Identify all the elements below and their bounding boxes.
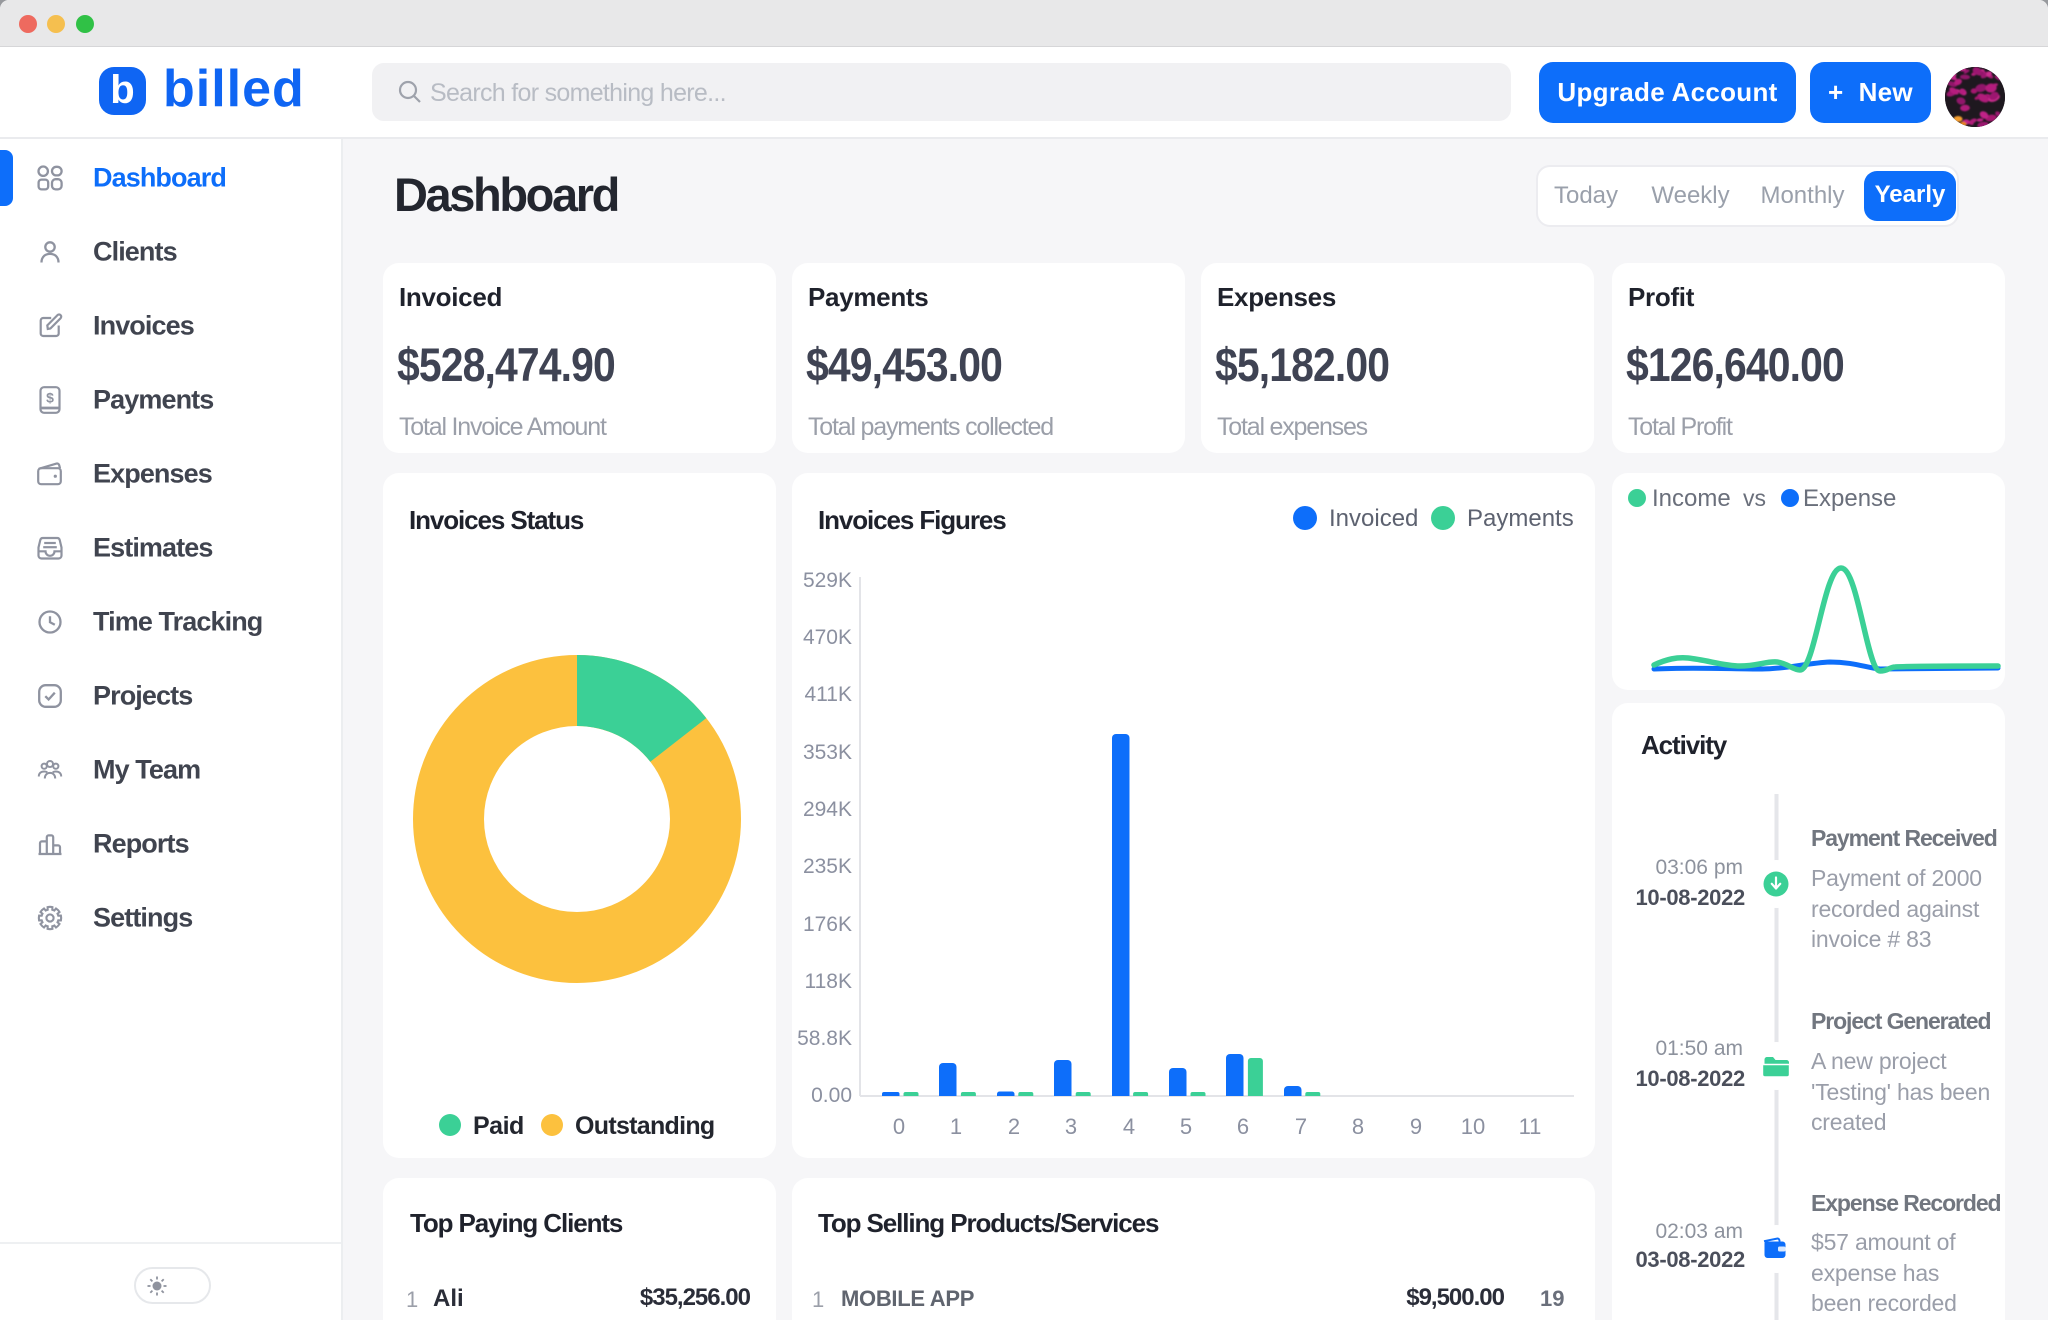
svg-text:353K: 353K bbox=[803, 741, 852, 764]
svg-text:0.00: 0.00 bbox=[811, 1084, 852, 1107]
svg-text:$: $ bbox=[46, 390, 54, 406]
svg-text:1: 1 bbox=[950, 1114, 962, 1139]
svg-text:4: 4 bbox=[1123, 1114, 1135, 1139]
svg-text:Payments: Payments bbox=[1467, 505, 1574, 532]
svg-text:7: 7 bbox=[1295, 1114, 1307, 1139]
svg-text:Outstanding: Outstanding bbox=[575, 1112, 715, 1140]
svg-text:Expense: Expense bbox=[1803, 485, 1896, 512]
svg-text:118K: 118K bbox=[805, 970, 853, 993]
svg-text:11: 11 bbox=[1519, 1114, 1542, 1139]
svg-text:8: 8 bbox=[1352, 1114, 1364, 1139]
svg-text:470K: 470K bbox=[803, 626, 852, 649]
svg-text:5: 5 bbox=[1180, 1114, 1192, 1139]
svg-text:Invoiced: Invoiced bbox=[1329, 505, 1418, 532]
svg-text:58.8K: 58.8K bbox=[797, 1027, 852, 1050]
svg-text:235K: 235K bbox=[803, 855, 852, 878]
svg-text:Income: Income bbox=[1652, 485, 1731, 512]
svg-text:3: 3 bbox=[1065, 1114, 1077, 1139]
svg-text:Paid: Paid bbox=[473, 1112, 524, 1140]
svg-text:2: 2 bbox=[1008, 1114, 1020, 1139]
svg-text:vs: vs bbox=[1743, 485, 1766, 511]
svg-text:176K: 176K bbox=[803, 913, 852, 936]
svg-text:294K: 294K bbox=[803, 798, 852, 821]
svg-text:10: 10 bbox=[1461, 1114, 1485, 1139]
svg-text:9: 9 bbox=[1410, 1114, 1422, 1139]
svg-text:411K: 411K bbox=[805, 683, 853, 706]
svg-text:0: 0 bbox=[893, 1114, 905, 1139]
svg-text:6: 6 bbox=[1237, 1114, 1249, 1139]
svg-text:529K: 529K bbox=[803, 569, 852, 592]
